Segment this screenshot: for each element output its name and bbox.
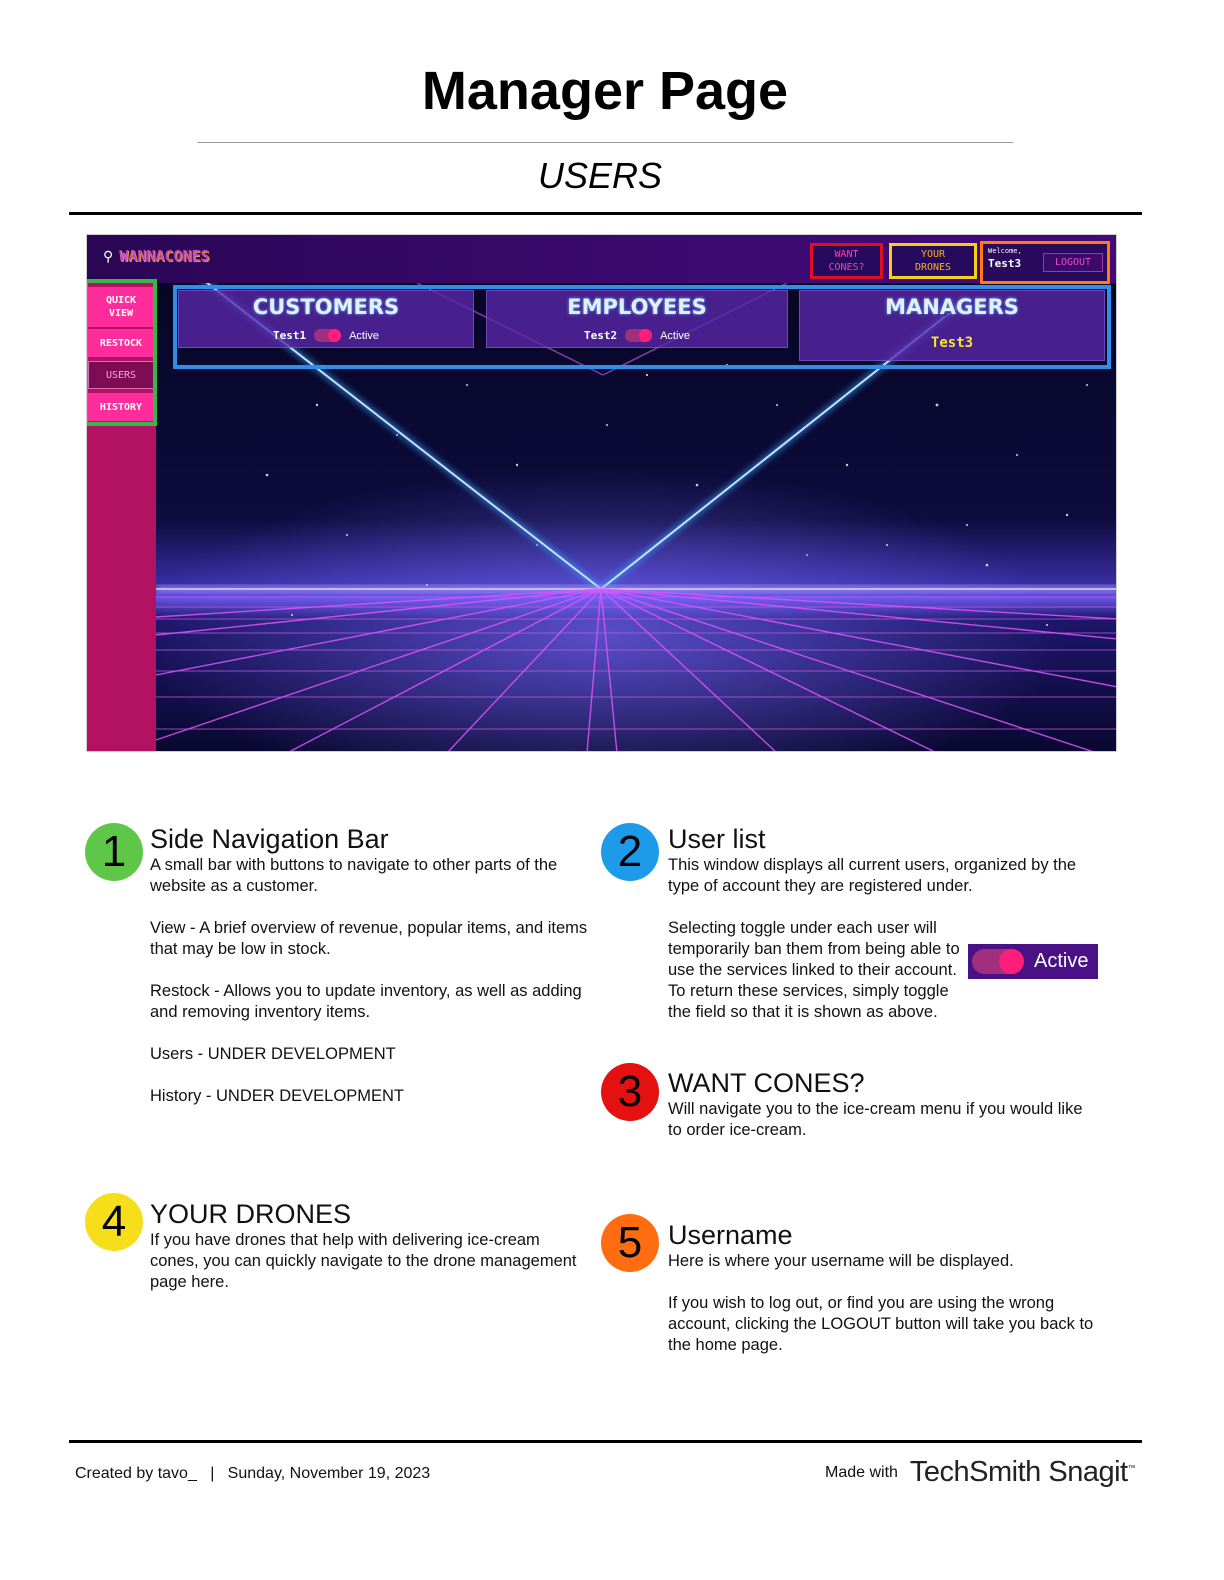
section-5-body: Here is where your username will be disp… bbox=[668, 1251, 1098, 1356]
sidebar-highlight-box bbox=[87, 279, 157, 426]
section-1-text: History - UNDER DEVELOPMENT bbox=[150, 1087, 404, 1105]
title-divider bbox=[197, 142, 1013, 143]
section-4-text: If you have drones that help with delive… bbox=[150, 1231, 577, 1291]
section-1-text: Users - UNDER DEVELOPMENT bbox=[150, 1045, 396, 1063]
trademark-symbol: ™ bbox=[1127, 1463, 1136, 1473]
welcome-label: Welcome, bbox=[988, 247, 1022, 255]
app-screenshot: ⚲ WANNACONES WANT CONES? YOUR DRONES Welco… bbox=[86, 234, 1117, 752]
section-3-body: Will navigate you to the ice-cream menu … bbox=[668, 1099, 1098, 1141]
your-drones-line2: DRONES bbox=[914, 262, 952, 273]
user-list-highlight-box bbox=[173, 285, 1111, 369]
sample-toggle bbox=[972, 949, 1024, 974]
logout-button[interactable]: LOGOUT bbox=[1043, 253, 1103, 272]
section-2-text: This window displays all current users, … bbox=[668, 856, 1077, 895]
your-drones-line1: YOUR bbox=[920, 249, 946, 260]
section-5-text: Here is where your username will be disp… bbox=[668, 1252, 1014, 1270]
want-cones-button[interactable]: WANT CONES? bbox=[810, 243, 883, 279]
made-with-label: Made with bbox=[825, 1463, 898, 1481]
want-cones-line2: CONES? bbox=[828, 262, 865, 273]
section-4-heading: YOUR DRONES bbox=[150, 1199, 352, 1229]
callout-3-badge: 3 bbox=[601, 1063, 659, 1121]
section-1-text: Restock - Allows you to update inventory… bbox=[150, 982, 582, 1021]
section-3-text: Will navigate you to the ice-cream menu … bbox=[668, 1100, 1083, 1139]
section-1-body: A small bar with buttons to navigate to … bbox=[150, 855, 600, 1107]
brand-text: TechSmith Snagit bbox=[909, 1456, 1128, 1488]
sample-toggle-label: Active bbox=[1034, 950, 1089, 972]
app-logo[interactable]: ⚲ WANNACONES bbox=[103, 247, 210, 265]
toggle-knob bbox=[999, 949, 1024, 974]
section-2-toggle-text: Selecting toggle under each user will te… bbox=[668, 919, 960, 1021]
section-5-text: If you wish to log out, or find you are … bbox=[668, 1294, 1094, 1354]
page-title: Manager Page bbox=[421, 61, 789, 121]
callout-2-badge: 2 bbox=[601, 823, 659, 881]
logo-text: WANNACONES bbox=[119, 247, 210, 265]
ice-cream-cone-icon: ⚲ bbox=[103, 247, 114, 264]
username-area: Welcome, Test3 LOGOUT bbox=[980, 241, 1110, 284]
section-3-heading: WANT CONES? bbox=[668, 1068, 865, 1098]
footer-credit: Created by tavo_ | Sunday, November 19, … bbox=[75, 1465, 431, 1482]
section-1-text: A small bar with buttons to navigate to … bbox=[150, 856, 558, 895]
section-1-text: View - A brief overview of revenue, popu… bbox=[150, 919, 588, 958]
page-subtitle: USERS bbox=[537, 155, 663, 196]
footer-rule bbox=[69, 1440, 1142, 1443]
active-toggle-sample: Active bbox=[968, 944, 1098, 979]
callout-4-badge: 4 bbox=[85, 1193, 143, 1251]
callout-1-badge: 1 bbox=[85, 823, 143, 881]
section-2-body: This window displays all current users, … bbox=[668, 855, 1088, 897]
username-display: Test3 bbox=[988, 257, 1022, 270]
footer-brand: Made with TechSmith Snagit™ bbox=[825, 1456, 1136, 1489]
app-topbar: ⚲ WANNACONES WANT CONES? YOUR DRONES Welco… bbox=[87, 235, 1116, 284]
section-1-heading: Side Navigation Bar bbox=[150, 824, 389, 854]
section-4-body: If you have drones that help with delive… bbox=[150, 1230, 590, 1293]
want-cones-line1: WANT bbox=[834, 249, 859, 260]
snagit-logo: TechSmith Snagit™ bbox=[909, 1456, 1136, 1489]
header-rule bbox=[69, 212, 1142, 215]
section-2-heading: User list bbox=[668, 824, 766, 854]
section-5-heading: Username bbox=[668, 1220, 793, 1250]
callout-5-badge: 5 bbox=[601, 1214, 659, 1272]
your-drones-button[interactable]: YOUR DRONES bbox=[889, 243, 977, 279]
